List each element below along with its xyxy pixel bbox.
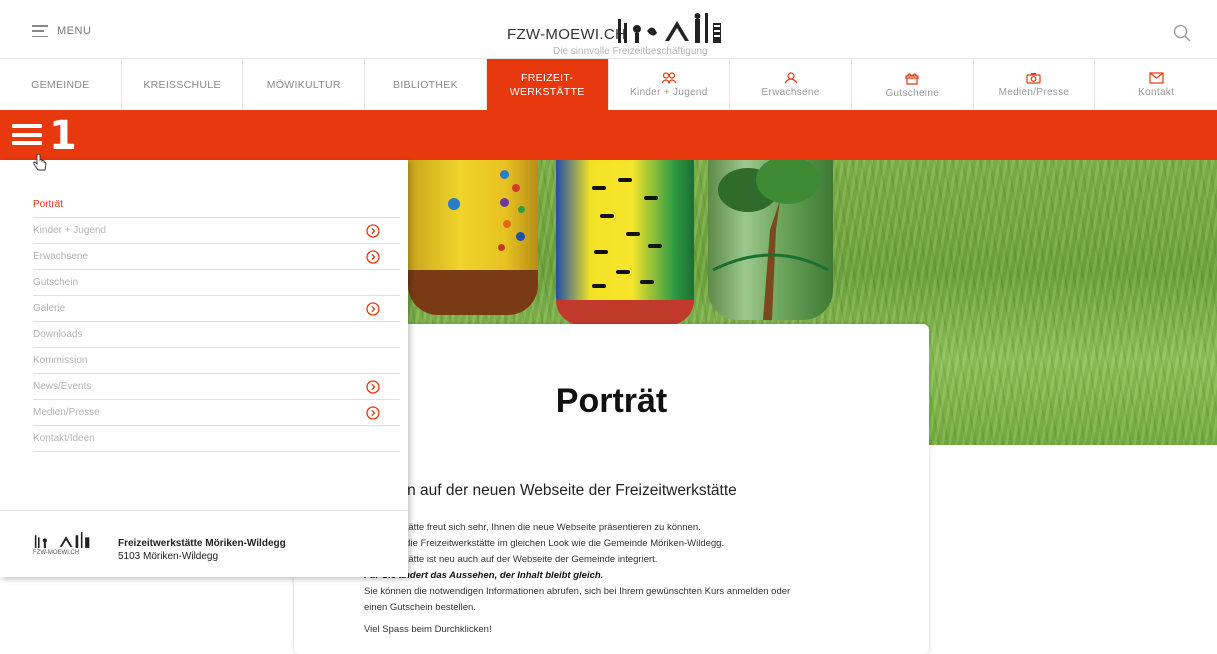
side-menu-item-galerie[interactable]: Galerie (33, 296, 400, 322)
side-menu-panel: Porträt Kinder + Jugend Erwachsene Gutsc… (0, 160, 408, 577)
text-line: Viel Spass beim Durchklicken! (364, 624, 492, 635)
side-menu-label: Downloads (33, 329, 83, 340)
chevron-right-circle-icon[interactable] (366, 379, 380, 394)
nav-medien-presse-label: Medien/Presse (998, 87, 1070, 98)
side-menu-label: News/Events (33, 381, 92, 392)
footer-org-name: Freizeitwerkstätte Möriken-Wildegg (118, 538, 286, 549)
side-menu-label: Erwachsene (33, 251, 89, 262)
nav-erwachsene-label: Erwachsene (761, 87, 820, 98)
side-menu-item-news-events[interactable]: News/Events (33, 374, 400, 400)
nav-moewikultur[interactable]: MÖWIKULTUR (243, 59, 366, 111)
side-menu-item-downloads[interactable]: Downloads (33, 322, 400, 348)
side-menu-label: Kommission (33, 355, 88, 366)
submenu-level: 1 (49, 113, 77, 159)
camera-icon (1026, 73, 1042, 84)
side-menu-item-kommission[interactable]: Kommission (33, 348, 400, 374)
gift-icon (905, 72, 919, 85)
nav-freizeitwerkstaette[interactable]: FREIZEIT- WERKSTÄTTE (486, 59, 609, 111)
text-line: izeitwerkstätte ist neu auch auf der Web… (364, 554, 658, 565)
painted-pole-tree (708, 160, 833, 320)
submenu-bar: 1 (0, 110, 1217, 160)
brand-name: FZW-MOEWI.CH (507, 26, 627, 43)
side-menu-item-medien-presse[interactable]: Medien/Presse (33, 400, 400, 426)
text-line: erscheint die Freizeitwerkstätte im glei… (364, 538, 725, 549)
nav-erwachsene[interactable]: Erwachsene (730, 59, 852, 111)
side-menu-label: Kinder + Jugend (33, 225, 107, 236)
hand-cursor-icon (33, 154, 47, 171)
emphasis-line: Für Sie ändert das Aussehen, der Inhalt … (364, 570, 604, 581)
nav-gutscheine[interactable]: Gutscheine (852, 59, 974, 111)
chevron-right-circle-icon[interactable] (366, 301, 380, 316)
main-navigation: GEMEINDE KREISSCHULE MÖWIKULTUR BIBLIOTH… (0, 58, 1217, 111)
side-menu-label: Porträt (33, 199, 64, 210)
nav-medien-presse[interactable]: Medien/Presse (974, 59, 1096, 111)
footer-logo-text: FZW-MOEWI.CH (33, 550, 80, 556)
tools-logo-icon (618, 13, 721, 43)
text-line: izeitwerkstätte freut sich sehr, Ihnen d… (364, 522, 701, 533)
top-bar: MENU FZW-MOEWI.CH Die sinnvolle Freizeit… (0, 0, 1217, 58)
chevron-right-circle-icon[interactable] (366, 405, 380, 420)
menu-button[interactable]: MENU (32, 25, 91, 37)
site-brand[interactable]: FZW-MOEWI.CH Die sinnvolle Freizeitbesch… (505, 11, 745, 57)
people-icon (784, 72, 798, 84)
brand-subtitle: Die sinnvolle Freizeitbeschäftigung (553, 46, 708, 57)
nav-gutscheine-label: Gutscheine (885, 87, 940, 99)
text-line: Sie können die notwendigen Informationen… (364, 586, 791, 597)
submenu-toggle-icon[interactable] (12, 124, 42, 145)
text-line: einen Gutschein bestellen. (364, 602, 476, 613)
side-menu-item-gutschein[interactable]: Gutschein (33, 270, 400, 296)
nav-kontakt[interactable]: Kontakt (1095, 59, 1217, 111)
side-menu-label: Kontakt/Ideen (33, 433, 95, 444)
nav-active-line1: FREIZEIT- (521, 72, 574, 84)
side-menu-list: Porträt Kinder + Jugend Erwachsene Gutsc… (33, 192, 400, 452)
side-menu-label: Medien/Presse (33, 407, 100, 418)
side-menu-item-erwachsene[interactable]: Erwachsene (33, 244, 400, 270)
chevron-right-circle-icon[interactable] (366, 223, 380, 238)
content-body: izeitwerkstätte freut sich sehr, Ihnen d… (364, 520, 884, 638)
nav-kinder-jugend[interactable]: Kinder + Jugend (609, 59, 731, 111)
search-icon[interactable] (1173, 24, 1191, 42)
menu-label: MENU (57, 25, 92, 37)
nav-bibliothek[interactable]: BIBLIOTHEK (365, 59, 487, 111)
side-menu-label: Galerie (33, 303, 66, 314)
nav-kinder-jugend-label: Kinder + Jugend (630, 87, 708, 98)
side-menu-item-portraet[interactable]: Porträt (33, 192, 400, 218)
footer-logo-icon (34, 532, 90, 548)
painted-pole-yellow (408, 160, 538, 315)
welcome-heading: ommen auf der neuen Webseite der Freizei… (364, 482, 737, 499)
nav-gemeinde[interactable]: GEMEINDE (0, 59, 122, 111)
hamburger-icon (32, 25, 48, 37)
side-menu-footer: FZW-MOEWI.CH Freizeitwerkstätte Möriken-… (0, 510, 408, 577)
nav-active-line2: WERKSTÄTTE (509, 86, 585, 98)
group-icon (661, 72, 677, 84)
mail-icon (1149, 72, 1164, 84)
side-menu-label: Gutschein (33, 277, 79, 288)
nav-kontakt-label: Kontakt (1138, 87, 1175, 98)
nav-kreisschule[interactable]: KREISSCHULE (122, 59, 244, 111)
chevron-right-circle-icon[interactable] (366, 249, 380, 264)
side-menu-item-kinder-jugend[interactable]: Kinder + Jugend (33, 218, 400, 244)
side-menu-item-kontakt-ideen[interactable]: Kontakt/Ideen (33, 426, 400, 452)
footer-address: 5103 Möriken-Wildegg (118, 551, 219, 562)
painted-pole-blue-yellow (556, 160, 694, 325)
